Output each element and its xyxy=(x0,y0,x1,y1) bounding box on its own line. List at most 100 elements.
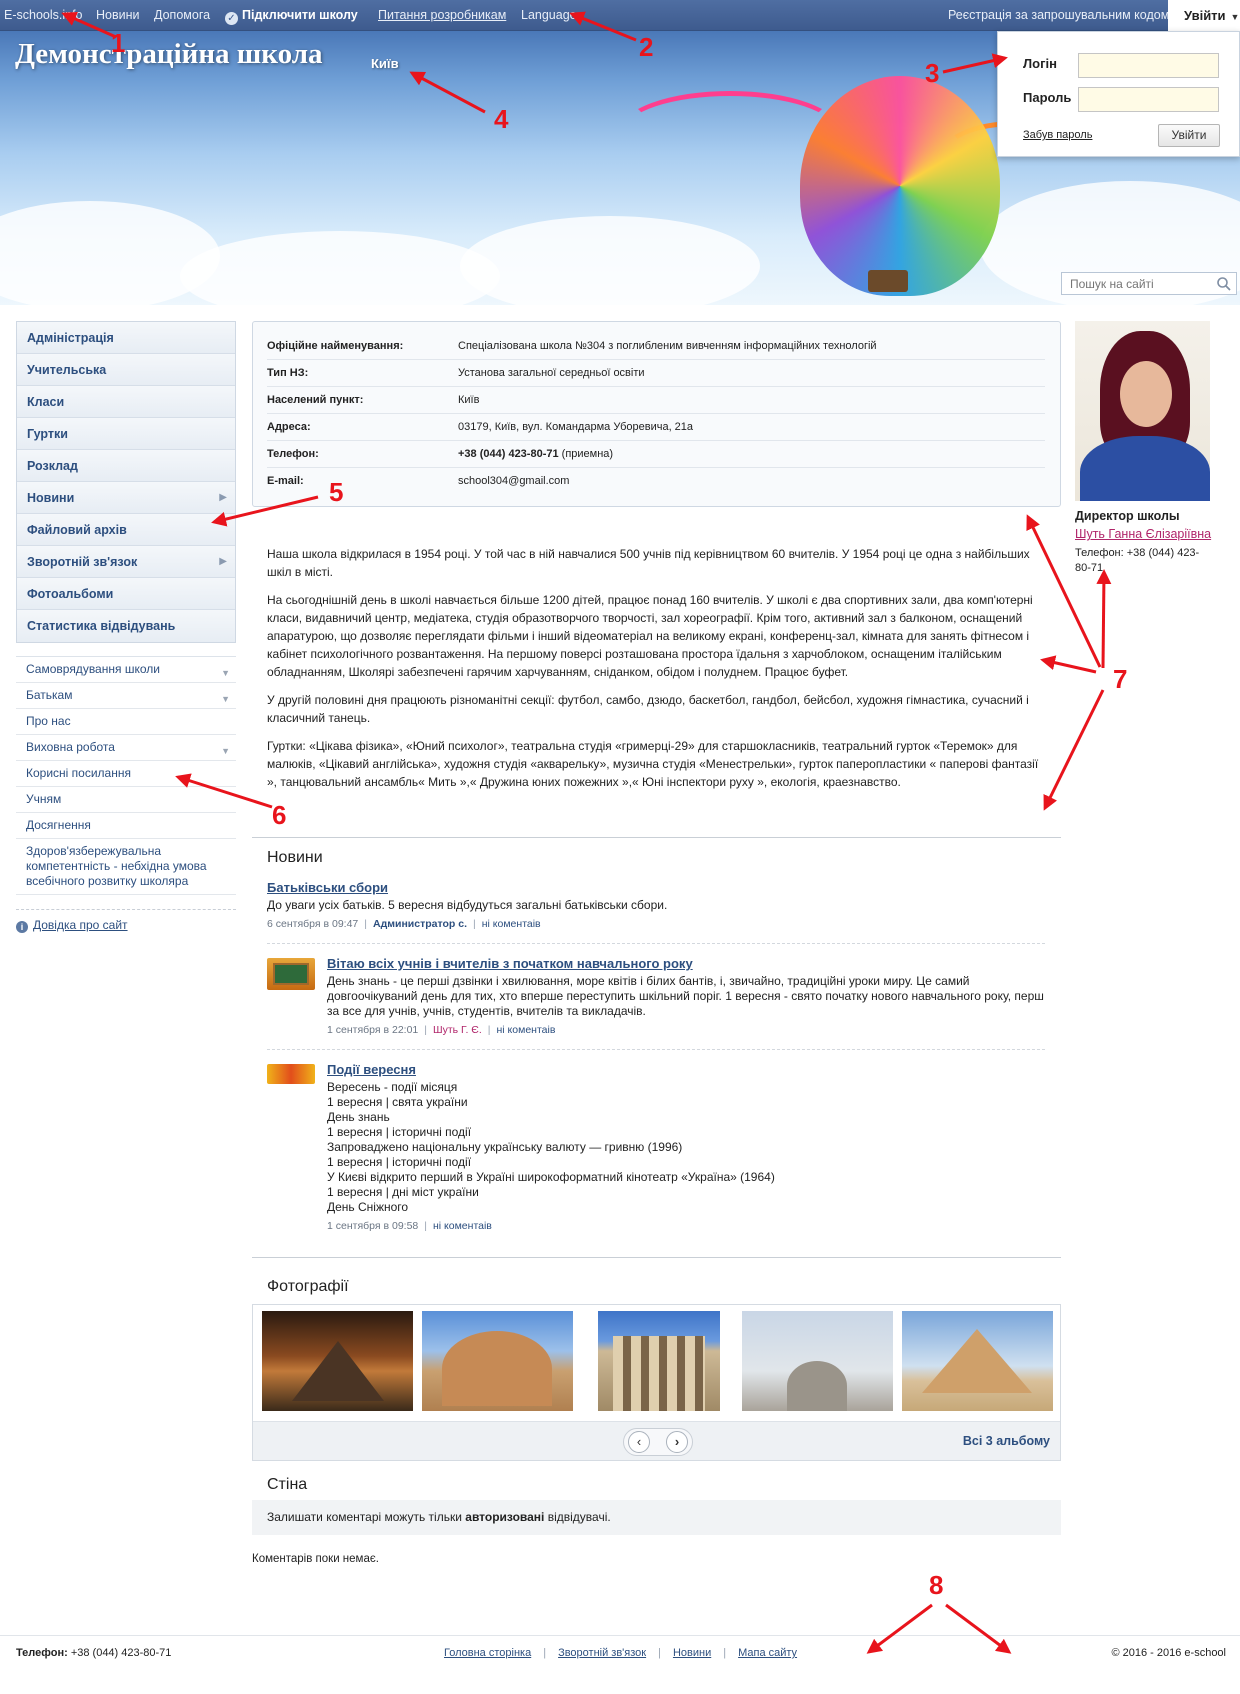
site-link[interactable]: E-schools.info xyxy=(4,0,83,31)
phone-number: +38 (044) 423-80-71 xyxy=(458,448,559,460)
info-value: 03179, Київ, вул. Командарма Уборевича, … xyxy=(458,421,694,433)
chevron-left-icon[interactable]: ‹ xyxy=(628,1431,650,1453)
photos-section-title: Фотографії xyxy=(267,1278,349,1295)
sidebar-item-label: Про нас xyxy=(26,714,71,728)
chevron-right-icon: ▶ xyxy=(219,492,227,503)
forgot-password-link[interactable]: Забув пароль xyxy=(1023,129,1092,141)
news-author-link[interactable]: Шуть Г. Є. xyxy=(433,1024,482,1036)
site-help-link[interactable]: i Довідка про сайт xyxy=(16,918,128,933)
sidebar-item-self-government[interactable]: Самоврядування школи ▼ xyxy=(16,657,236,683)
nav-help-link[interactable]: Допомога xyxy=(154,0,210,31)
info-value: +38 (044) 423-80-71 (приемна) xyxy=(458,441,613,468)
sidebar-item-schedule[interactable]: Розклад xyxy=(17,450,235,482)
info-key: Адреса: xyxy=(267,421,311,433)
login-submit-button[interactable]: Увійти xyxy=(1158,124,1220,147)
director-name-link[interactable]: Шуть Ганна Єлізаріївна xyxy=(1075,527,1211,541)
chevron-right-icon: ▶ xyxy=(219,556,227,567)
director-phone: Телефон: +38 (044) 423-80-71 xyxy=(1075,547,1200,574)
gallery-photo[interactable] xyxy=(422,1311,573,1411)
news-body-line: 1 вересня | свята україни xyxy=(327,1095,468,1109)
info-value: school304@gmail.com xyxy=(458,475,570,487)
sidebar-item-useful-links[interactable]: Корисні посилання xyxy=(16,761,236,787)
gallery-photo[interactable] xyxy=(598,1311,720,1411)
footer-phone: Телефон: +38 (044) 423-80-71 xyxy=(16,1647,171,1659)
news-author-link[interactable]: Администратор с. xyxy=(373,918,467,930)
connect-school-link[interactable]: ✓ Підключити школу xyxy=(225,0,358,31)
password-field[interactable] xyxy=(1078,87,1219,112)
news-meta: 6 сентября в 09:47 | Администратор с. | ні к… xyxy=(267,918,541,930)
school-city: Київ xyxy=(371,56,399,71)
sidebar-item-visit-stats[interactable]: Статистика відвідувань xyxy=(17,610,235,642)
gallery-photo[interactable] xyxy=(742,1311,893,1411)
login-dropdown-toggle[interactable]: Увійти ▼ xyxy=(1168,0,1240,31)
login-field[interactable] xyxy=(1078,53,1219,78)
director-photo-face xyxy=(1120,361,1172,427)
info-icon: i xyxy=(16,921,28,933)
search-input[interactable] xyxy=(1062,273,1212,294)
gallery-photo[interactable] xyxy=(902,1311,1053,1411)
sidebar-item-administration[interactable]: Адміністрація xyxy=(17,322,235,354)
sidebar-item-news[interactable]: Новини ▶ xyxy=(17,482,235,514)
sidebar-item-photo-albums[interactable]: Фотоальбоми xyxy=(17,578,235,610)
balloon-basket-image xyxy=(868,270,908,292)
login-label: Логін xyxy=(1023,56,1057,71)
columns-shape xyxy=(613,1336,705,1411)
info-key: Офіційне найменування: xyxy=(267,340,404,352)
info-value: Київ xyxy=(458,394,480,406)
info-row: Офіційне найменування: Спеціалізована шко… xyxy=(267,333,1045,360)
sidebar-item-label: Досягнення xyxy=(26,818,91,832)
footer-link-feedback[interactable]: Зворотній зв'язок xyxy=(558,1647,646,1659)
all-albums-link[interactable]: Всі 3 альбому xyxy=(963,1434,1050,1448)
news-title-link[interactable]: Вітаю всіх учнів і вчителів з початком н… xyxy=(327,956,1047,971)
news-comments-link[interactable]: ні коментаів xyxy=(482,918,541,930)
news-body-line: День знань xyxy=(327,1110,390,1124)
gallery-photo[interactable] xyxy=(262,1311,413,1411)
sidebar-item-label: Виховна робота xyxy=(26,740,115,754)
sidebar-item-clubs[interactable]: Гуртки xyxy=(17,418,235,450)
language-link[interactable]: Language xyxy=(521,0,577,31)
news-title-link[interactable]: Події вересня xyxy=(327,1062,1047,1077)
news-comments-link[interactable]: ні коментаів xyxy=(433,1220,492,1232)
login-tab-label: Увійти xyxy=(1184,8,1226,23)
nav-news-link[interactable]: Новини xyxy=(96,0,140,31)
pyramid-shape xyxy=(292,1341,384,1401)
sidebar-item-label: Розклад xyxy=(27,459,78,473)
news-meta: 1 сентября в 22:01 | Шуть Г. Є. | ні комента… xyxy=(327,1024,556,1036)
news-date: 6 сентября в 09:47 xyxy=(267,918,359,930)
sidebar-item-students[interactable]: Учням xyxy=(16,787,236,813)
footer-link-home[interactable]: Головна сторінка xyxy=(444,1647,531,1659)
news-divider xyxy=(267,943,1045,944)
news-body-line: 1 вересня | дні міст україни xyxy=(327,1185,479,1199)
info-key: E-mail: xyxy=(267,475,304,487)
sidebar-item-upbringing[interactable]: Виховна робота ▼ xyxy=(16,735,236,761)
news-body-line: 1 вересня | історичні події xyxy=(327,1125,472,1139)
news-title-link[interactable]: Батьківськи сбори xyxy=(267,880,1047,895)
news-body-line: День Сніжного xyxy=(327,1200,409,1214)
chevron-down-icon: ▼ xyxy=(221,694,230,704)
sidebar-item-parents[interactable]: Батькам ▼ xyxy=(16,683,236,709)
check-circle-icon: ✓ xyxy=(225,12,238,25)
sidebar-item-teachers[interactable]: Учительська xyxy=(17,354,235,386)
news-body-line: У Києві відкрито перший в Україні широко… xyxy=(327,1170,775,1184)
sidebar-item-health[interactable]: Здоров'язбережувальна компетентність - н… xyxy=(16,839,236,895)
about-paragraph: На сьогоднішній день в школі навчається … xyxy=(267,593,1033,679)
news-body: День знань - це перші дзвінки і хвилюван… xyxy=(327,974,1044,1018)
news-comments-link[interactable]: ні коментаів xyxy=(497,1024,556,1036)
chevron-right-icon[interactable]: › xyxy=(666,1431,688,1453)
footer-link-news[interactable]: Новини xyxy=(673,1647,711,1659)
footer-link-sitemap[interactable]: Мапа сайту xyxy=(738,1647,797,1659)
search-icon[interactable] xyxy=(1216,276,1232,292)
phone-suffix: (приемна) xyxy=(558,448,614,460)
dome-shape xyxy=(442,1331,552,1406)
sidebar-item-file-archive[interactable]: Файловий архів xyxy=(17,514,235,546)
wall-note-prefix: Залишати коментарі можуть тільки xyxy=(267,1510,466,1524)
hot-air-balloon-image xyxy=(800,76,1000,296)
sidebar-item-classes[interactable]: Класи xyxy=(17,386,235,418)
sidebar-item-feedback[interactable]: Зворотній зв'язок ▶ xyxy=(17,546,235,578)
dev-questions-link[interactable]: Питання розробникам xyxy=(378,0,506,31)
register-invite-link[interactable]: Реєстрація за запрошувальним кодом xyxy=(948,0,1169,31)
sidebar-item-about-us[interactable]: Про нас xyxy=(16,709,236,735)
sidebar-item-achievements[interactable]: Досягнення xyxy=(16,813,236,839)
news-meta: 1 сентября в 09:58 | ні коментаів xyxy=(327,1220,492,1232)
news-body-line: 1 вересня | історичні події xyxy=(327,1155,472,1169)
